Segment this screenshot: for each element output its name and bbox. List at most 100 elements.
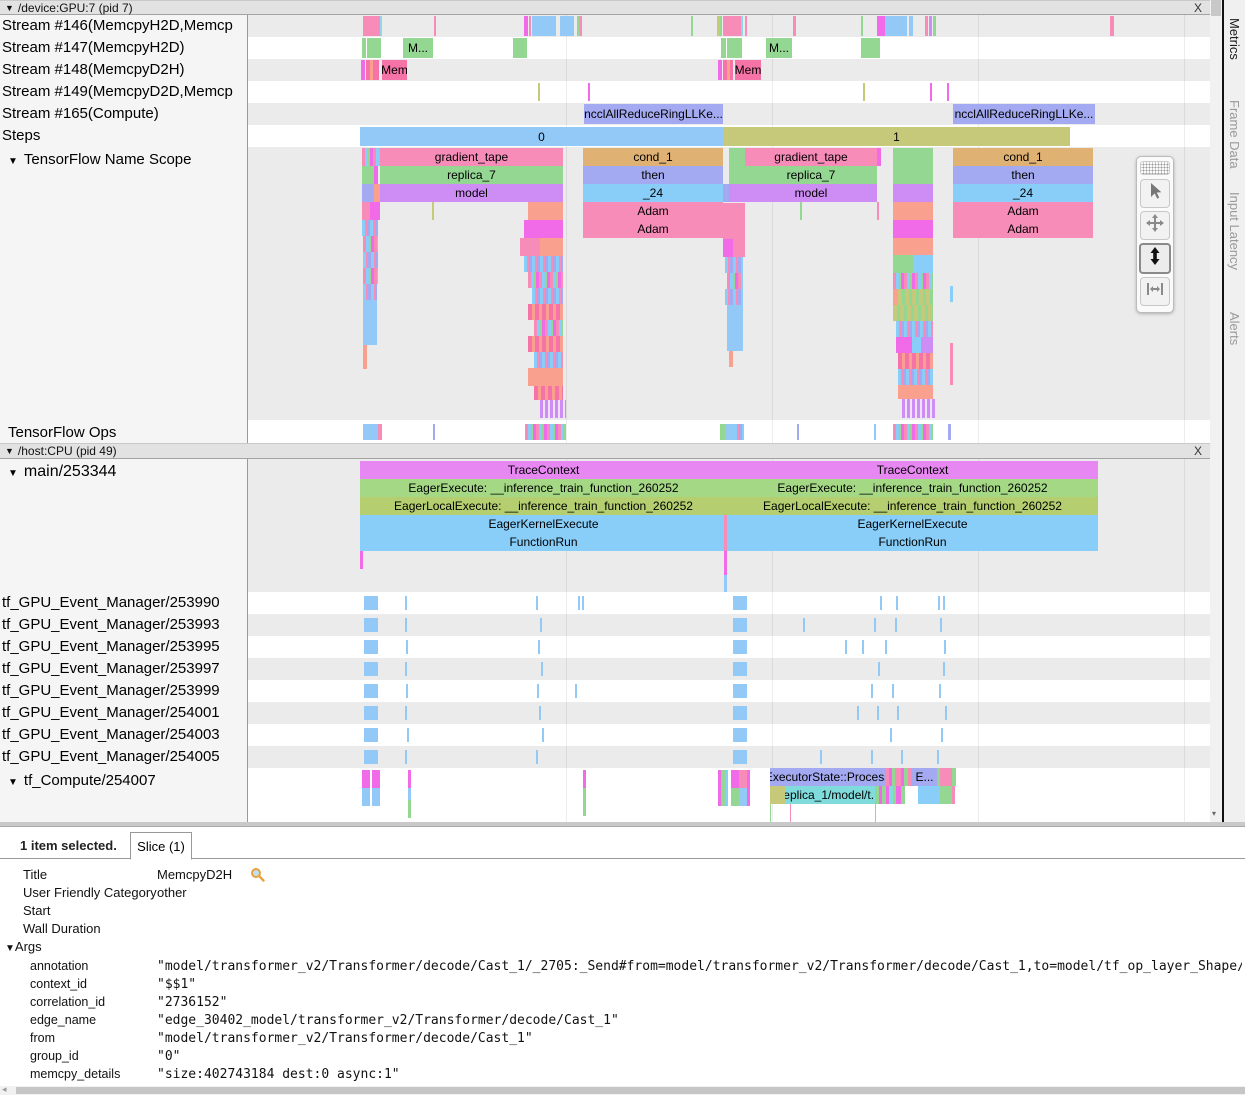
trace-event[interactable]: replica_7: [745, 166, 877, 184]
trace-event[interactable]: [733, 640, 747, 654]
trace-event[interactable]: Adam: [583, 202, 723, 220]
trace-event[interactable]: [362, 148, 380, 166]
trace-event[interactable]: [741, 16, 743, 36]
trace-event[interactable]: [524, 16, 528, 36]
trace-event[interactable]: [893, 238, 933, 255]
trace-event[interactable]: [861, 38, 880, 58]
vertical-zoom-tool-button[interactable]: [1139, 243, 1171, 274]
trace-event[interactable]: [540, 400, 566, 418]
trace-event[interactable]: [575, 684, 577, 698]
trace-event[interactable]: [363, 16, 380, 36]
trace-event[interactable]: [536, 596, 538, 610]
trace-event[interactable]: [871, 750, 873, 764]
trace-event[interactable]: 1: [723, 127, 1070, 146]
scroll-left-icon[interactable]: ◂: [2, 1084, 7, 1095]
trace-event[interactable]: [408, 800, 411, 818]
trace-event[interactable]: [898, 385, 933, 399]
panel-divider[interactable]: [0, 822, 1245, 827]
trace-event[interactable]: model: [380, 184, 563, 202]
trace-event[interactable]: [734, 424, 744, 440]
trace-event[interactable]: [733, 684, 747, 698]
trace-event[interactable]: [364, 662, 378, 676]
trace-event[interactable]: [878, 662, 880, 676]
trace-event[interactable]: gradient_tape: [380, 148, 563, 166]
trace-event[interactable]: [405, 706, 407, 720]
trace-event[interactable]: [893, 220, 933, 238]
trace-event[interactable]: [364, 640, 378, 654]
trace-event[interactable]: [885, 640, 887, 654]
selection-tool-button[interactable]: [1140, 179, 1170, 208]
trace-event[interactable]: [745, 16, 747, 36]
trace-event[interactable]: 0: [360, 127, 723, 146]
trace-event[interactable]: [691, 16, 693, 36]
trace-event[interactable]: [363, 252, 378, 268]
trace-event[interactable]: [360, 551, 363, 569]
trace-event[interactable]: [877, 202, 879, 220]
trace-event[interactable]: [890, 728, 892, 742]
trace-event[interactable]: [541, 662, 543, 676]
trace-event[interactable]: [378, 424, 382, 440]
trace-event[interactable]: [938, 596, 940, 610]
trace-event[interactable]: [580, 16, 582, 36]
trace-event[interactable]: [583, 788, 586, 816]
trace-event[interactable]: EagerLocalExecute: __inference_train_fun…: [727, 497, 1098, 515]
trace-event[interactable]: [525, 424, 565, 440]
trace-event[interactable]: [723, 203, 745, 239]
trace-event[interactable]: [895, 618, 897, 632]
trace-event[interactable]: [874, 424, 876, 440]
trace-event[interactable]: [729, 351, 733, 367]
trace-event[interactable]: [939, 684, 941, 698]
trace-event[interactable]: EagerExecute: __inference_train_function…: [727, 479, 1098, 497]
trace-event[interactable]: [363, 345, 367, 369]
sidebar-tab-metrics[interactable]: Metrics: [1227, 18, 1242, 60]
trace-event[interactable]: [930, 83, 932, 101]
trace-event[interactable]: [725, 770, 728, 806]
trace-event[interactable]: [362, 166, 374, 184]
trace-event[interactable]: [877, 706, 879, 720]
trace-event[interactable]: [524, 256, 563, 272]
trace-event[interactable]: [739, 788, 747, 806]
trace-event[interactable]: [874, 618, 876, 632]
trace-event[interactable]: [893, 166, 933, 184]
trace-event[interactable]: [532, 288, 563, 304]
trace-event[interactable]: [897, 706, 899, 720]
trace-event[interactable]: [925, 16, 928, 36]
trace-event[interactable]: [733, 596, 747, 610]
trace-event[interactable]: [366, 60, 374, 80]
trace-event[interactable]: [921, 337, 933, 353]
group-toggle[interactable]: ▼tf_Compute/254007: [0, 772, 247, 789]
trace-event[interactable]: [363, 300, 377, 345]
trace-event[interactable]: [727, 305, 743, 351]
trace-event[interactable]: [733, 618, 747, 632]
trace-event[interactable]: [433, 424, 435, 440]
trace-event[interactable]: [909, 16, 913, 36]
trace-event[interactable]: EagerKernelExecute: [360, 515, 727, 533]
trace-event[interactable]: [875, 804, 876, 822]
trace-event[interactable]: [717, 16, 720, 36]
trace-event[interactable]: [797, 424, 799, 440]
trace-event[interactable]: [901, 750, 903, 764]
trace-event[interactable]: [532, 16, 556, 36]
trace-event[interactable]: [539, 706, 541, 720]
tab-slice[interactable]: Slice (1): [130, 832, 192, 860]
trace-event[interactable]: [896, 337, 912, 353]
trace-event[interactable]: [893, 273, 933, 289]
trace-event[interactable]: [893, 202, 933, 220]
trace-event[interactable]: [724, 515, 727, 551]
group-toggle[interactable]: ▼TensorFlow Name Scope: [0, 151, 247, 168]
trace-event[interactable]: [940, 618, 942, 632]
trace-event[interactable]: [534, 320, 563, 336]
trace-event[interactable]: [513, 38, 527, 58]
trace-event[interactable]: [583, 770, 586, 788]
trace-event[interactable]: [406, 684, 408, 698]
trace-event[interactable]: [582, 596, 584, 610]
trace-event[interactable]: [372, 770, 380, 788]
trace-event[interactable]: [937, 750, 939, 764]
trace-event[interactable]: _24: [583, 184, 723, 202]
trace-event[interactable]: [408, 770, 411, 788]
trace-event[interactable]: [540, 238, 563, 256]
trace-event[interactable]: [944, 640, 946, 654]
trace-event[interactable]: [363, 284, 377, 300]
trace-event[interactable]: E...: [912, 768, 937, 786]
trace-event[interactable]: [733, 706, 747, 720]
